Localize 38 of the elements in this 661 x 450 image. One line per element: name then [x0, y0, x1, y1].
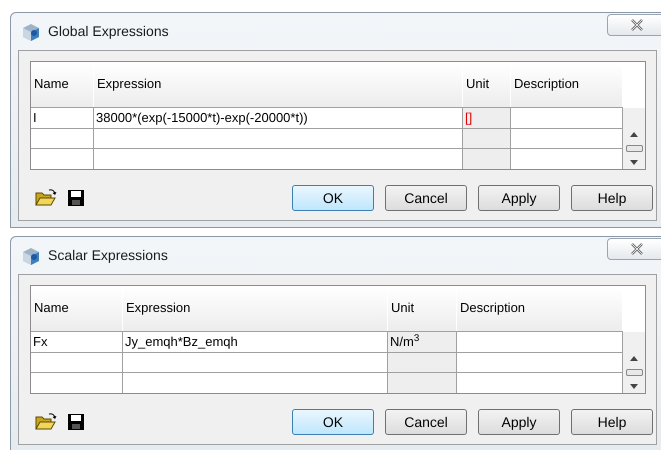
table-cell: 38000*(exp(-15000*t)-exp(-20000*t)): [94, 108, 463, 128]
dialog-button[interactable]: Help: [571, 409, 653, 435]
save-icon[interactable]: [67, 189, 85, 207]
dialog-button[interactable]: OK: [292, 185, 374, 211]
table-cell: Jy_emqh*Bz_emqh: [123, 332, 388, 352]
column-header: Description: [457, 286, 623, 331]
close-button[interactable]: [607, 238, 661, 260]
table-cell: []: [463, 108, 511, 128]
table-cell: I: [31, 108, 94, 128]
dialog-button[interactable]: Help: [571, 185, 653, 211]
column-header: Expression: [94, 62, 463, 107]
column-header: Unit: [388, 286, 457, 331]
scrollbar-thumb[interactable]: [626, 145, 642, 152]
column-header: Name: [31, 286, 123, 331]
dialog-button[interactable]: OK: [292, 409, 374, 435]
scroll-down-icon[interactable]: [630, 160, 638, 165]
window-title: Global Expressions: [48, 22, 169, 41]
column-header: Expression: [123, 286, 388, 331]
scroll-up-icon[interactable]: [630, 356, 638, 361]
open-folder-icon[interactable]: [35, 189, 57, 207]
dialog-button[interactable]: Apply: [478, 185, 560, 211]
scrollbar-thumb[interactable]: [626, 369, 642, 376]
table-cell: Fx: [31, 332, 123, 352]
scroll-up-icon[interactable]: [630, 132, 638, 137]
table-cell: N/m$^{3}$: [388, 332, 457, 352]
save-icon[interactable]: [67, 413, 85, 431]
close-button[interactable]: [607, 14, 661, 36]
close-icon: [630, 243, 644, 255]
window-title: Scalar Expressions: [48, 246, 168, 265]
column-header: Description: [511, 62, 623, 107]
column-header: Unit: [463, 62, 511, 107]
scroll-down-icon[interactable]: [630, 384, 638, 389]
dialog-button[interactable]: Cancel: [385, 185, 467, 211]
dialog-button[interactable]: Cancel: [385, 409, 467, 435]
dialog-button[interactable]: Apply: [478, 409, 560, 435]
open-folder-icon[interactable]: [35, 413, 57, 431]
column-header: Name: [31, 62, 94, 107]
close-icon: [630, 19, 644, 31]
